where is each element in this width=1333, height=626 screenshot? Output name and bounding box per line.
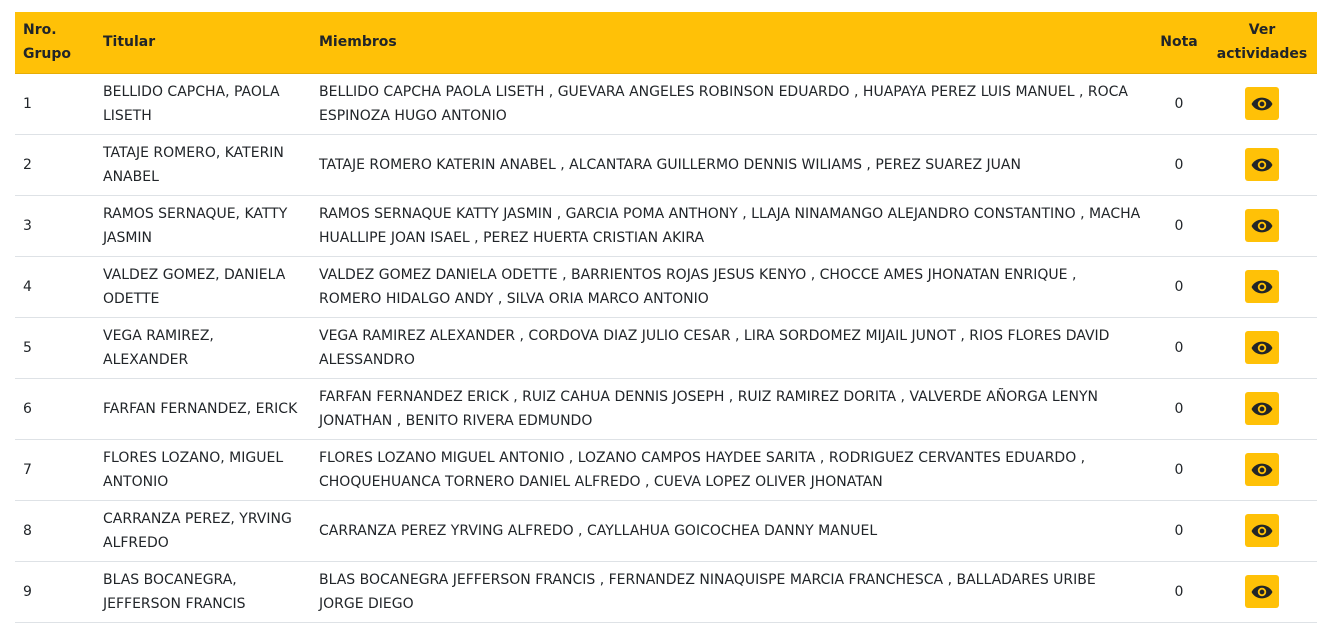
table-row: 5 VEGA RAMIREZ, ALEXANDER VEGA RAMIREZ ALE… <box>15 317 1317 378</box>
cell-titular: VEGA RAMIREZ, ALEXANDER <box>103 327 214 368</box>
cell-ver-actividades <box>1207 256 1317 317</box>
view-activities-button[interactable] <box>1245 87 1279 120</box>
cell-miembros: VALDEZ GOMEZ DANIELA ODETTE , BARRIENTOS… <box>319 266 1077 307</box>
cell-miembros: RAMOS SERNAQUE KATTY JASMIN , GARCIA POM… <box>319 205 1141 246</box>
eye-icon <box>1251 97 1273 110</box>
cell-nota: 0 <box>1174 522 1184 539</box>
eye-icon <box>1251 402 1273 415</box>
cell-nota: 0 <box>1174 461 1184 478</box>
groups-table-container: Nro. Grupo Titular Miembros Nota Ver act… <box>15 12 1317 623</box>
eye-icon <box>1251 158 1273 171</box>
cell-nota: 0 <box>1174 95 1184 112</box>
cell-titular: FLORES LOZANO, MIGUEL ANTONIO <box>103 449 284 490</box>
table-header-row: Nro. Grupo Titular Miembros Nota Ver act… <box>15 12 1317 74</box>
eye-icon <box>1251 463 1273 476</box>
cell-nro-grupo: 7 <box>23 461 32 478</box>
header-nota: Nota <box>1151 12 1207 74</box>
cell-ver-actividades <box>1207 561 1317 622</box>
cell-miembros: BELLIDO CAPCHA PAOLA LISETH , GUEVARA AN… <box>319 83 1128 124</box>
table-row: 2 TATAJE ROMERO, KATERIN ANABEL TATAJE ROM… <box>15 134 1317 195</box>
cell-titular: RAMOS SERNAQUE, KATTY JASMIN <box>103 205 288 246</box>
eye-icon <box>1251 585 1273 598</box>
cell-nota: 0 <box>1174 583 1184 600</box>
cell-miembros: BLAS BOCANEGRA JEFFERSON FRANCIS , FERNA… <box>319 571 1096 612</box>
cell-nota: 0 <box>1174 278 1184 295</box>
eye-icon <box>1251 341 1273 354</box>
view-activities-button[interactable] <box>1245 514 1279 547</box>
cell-nro-grupo: 6 <box>23 400 32 417</box>
view-activities-button[interactable] <box>1245 392 1279 425</box>
cell-titular: FARFAN FERNANDEZ, ERICK <box>103 400 298 417</box>
cell-miembros: FARFAN FERNANDEZ ERICK , RUIZ CAHUA DENN… <box>319 388 1099 429</box>
groups-table: Nro. Grupo Titular Miembros Nota Ver act… <box>15 12 1317 623</box>
cell-nro-grupo: 2 <box>23 156 32 173</box>
cell-titular: BLAS BOCANEGRA, JEFFERSON FRANCIS <box>103 571 246 612</box>
cell-nota: 0 <box>1174 400 1184 417</box>
cell-nota: 0 <box>1174 217 1184 234</box>
view-activities-button[interactable] <box>1245 148 1279 181</box>
cell-nro-grupo: 4 <box>23 278 32 295</box>
header-miembros: Miembros <box>311 12 1151 74</box>
table-row: 8 CARRANZA PEREZ, YRVING ALFREDO CARRANZA … <box>15 500 1317 561</box>
table-row: 9 BLAS BOCANEGRA, JEFFERSON FRANCIS BLAS B… <box>15 561 1317 622</box>
cell-nro-grupo: 5 <box>23 339 32 356</box>
view-activities-button[interactable] <box>1245 270 1279 303</box>
eye-icon <box>1251 219 1273 232</box>
cell-miembros: VEGA RAMIREZ ALEXANDER , CORDOVA DIAZ JU… <box>319 327 1110 368</box>
cell-miembros: TATAJE ROMERO KATERIN ANABEL , ALCANTARA… <box>319 156 1021 173</box>
cell-ver-actividades <box>1207 500 1317 561</box>
header-nro-grupo: Nro. Grupo <box>15 12 95 74</box>
header-ver-actividades: Ver actividades <box>1207 12 1317 74</box>
view-activities-button[interactable] <box>1245 209 1279 242</box>
cell-ver-actividades <box>1207 317 1317 378</box>
cell-ver-actividades <box>1207 439 1317 500</box>
table-row: 6 FARFAN FERNANDEZ, ERICK FARFAN FERNANDEZ… <box>15 378 1317 439</box>
cell-titular: BELLIDO CAPCHA, PAOLA LISETH <box>103 83 280 124</box>
table-row: 3 RAMOS SERNAQUE, KATTY JASMIN RAMOS SERNA… <box>15 195 1317 256</box>
cell-titular: CARRANZA PEREZ, YRVING ALFREDO <box>103 510 292 551</box>
view-activities-button[interactable] <box>1245 453 1279 486</box>
view-activities-button[interactable] <box>1245 331 1279 364</box>
cell-nro-grupo: 8 <box>23 522 32 539</box>
cell-nota: 0 <box>1174 156 1184 173</box>
eye-icon <box>1251 280 1273 293</box>
cell-nota: 0 <box>1174 339 1184 356</box>
cell-miembros: CARRANZA PEREZ YRVING ALFREDO , CAYLLAHU… <box>319 522 878 539</box>
table-row: 4 VALDEZ GOMEZ, DANIELA ODETTE VALDEZ GOME… <box>15 256 1317 317</box>
view-activities-button[interactable] <box>1245 575 1279 608</box>
table-row: 7 FLORES LOZANO, MIGUEL ANTONIO FLORES LOZ… <box>15 439 1317 500</box>
eye-icon <box>1251 524 1273 537</box>
cell-titular: TATAJE ROMERO, KATERIN ANABEL <box>103 144 284 185</box>
cell-titular: VALDEZ GOMEZ, DANIELA ODETTE <box>103 266 286 307</box>
cell-miembros: FLORES LOZANO MIGUEL ANTONIO , LOZANO CA… <box>319 449 1086 490</box>
cell-nro-grupo: 1 <box>23 95 32 112</box>
cell-ver-actividades <box>1207 195 1317 256</box>
table-row: 1 BELLIDO CAPCHA, PAOLA LISETH BELLIDO CAP… <box>15 73 1317 134</box>
cell-nro-grupo: 3 <box>23 217 32 234</box>
header-titular: Titular <box>95 12 311 74</box>
cell-ver-actividades <box>1207 378 1317 439</box>
cell-ver-actividades <box>1207 73 1317 134</box>
cell-nro-grupo: 9 <box>23 583 32 600</box>
cell-ver-actividades <box>1207 134 1317 195</box>
